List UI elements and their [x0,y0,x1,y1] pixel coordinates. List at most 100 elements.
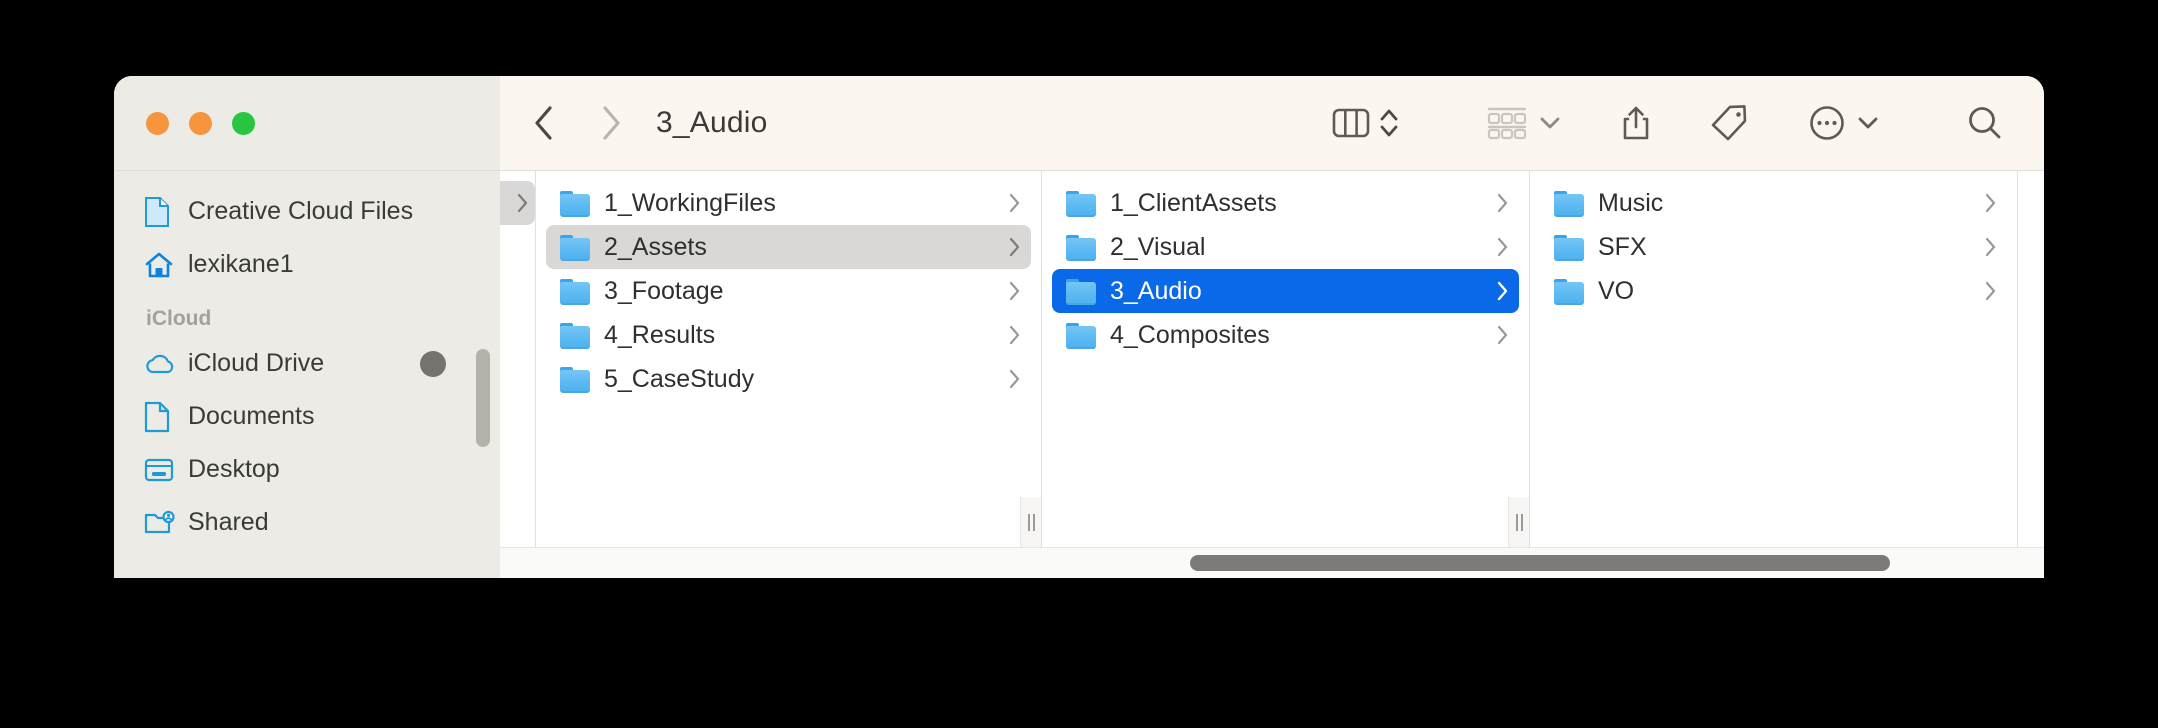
columns-container: 1_WorkingFiles 2_Assets 3_Footage 4_Resu… [500,171,2044,547]
sidebar-item-label: iCloud Drive [188,349,325,377]
folder-icon [560,191,590,217]
column-empty-tail [2018,171,2044,547]
chevron-right-icon [1495,192,1509,214]
column-2: 1_ClientAssets 2_Visual 3_Audio 4_Compos… [1042,171,1530,547]
folder-icon [560,279,590,305]
list-item-label: 5_CaseStudy [604,364,755,393]
more-options-button[interactable] [1802,96,1852,150]
chevron-right-icon [1983,236,1997,258]
list-item[interactable]: 1_WorkingFiles [546,181,1031,225]
list-item[interactable]: 4_Composites [1052,313,1519,357]
sidebar-item-documents[interactable]: Documents [114,390,500,443]
horizontal-scrollbar-track[interactable] [500,547,2044,578]
sidebar-item-desktop[interactable]: Desktop [114,443,500,496]
group-by-chevron-button[interactable] [1534,96,1568,150]
icloud-status-badge[interactable] [420,350,446,377]
sidebar: Creative Cloud Files lexikane1 iCloud iC… [114,171,500,578]
toolbar: 3_Audio [500,76,2044,171]
folder-icon [1554,235,1584,261]
view-mode-stepper[interactable] [1376,96,1406,150]
chevron-right-icon [515,192,529,214]
more-options-chevron-button[interactable] [1852,96,1886,150]
folder-icon [1066,235,1096,261]
sidebar-item-creative-cloud-files[interactable]: Creative Cloud Files [114,185,500,238]
list-item[interactable]: 2_Assets [546,225,1031,269]
list-item-label: 2_Visual [1110,232,1206,261]
search-icon [1969,107,2001,139]
sidebar-item-label: Shared [188,508,269,536]
sidebar-item-label: lexikane1 [188,250,294,278]
tags-button[interactable] [1704,96,1756,150]
page-title: 3_Audio [656,106,768,139]
folder-icon [1066,191,1096,217]
list-item-label: 4_Results [604,320,716,349]
chevron-down-icon [1858,117,1878,129]
back-button[interactable] [520,100,566,146]
screen: 3_Audio Creative Cloud Files lexikane1 i… [0,0,2158,728]
list-item-selected[interactable]: 3_Audio [1052,269,1519,313]
list-item-label: 2_Assets [604,232,707,261]
sidebar-scrollbar[interactable] [476,349,490,447]
desktop-icon [144,457,178,483]
document-icon [144,401,178,433]
horizontal-scrollbar-thumb[interactable] [1190,555,1890,571]
chevron-right-icon [1007,368,1021,390]
list-item[interactable]: 1_ClientAssets [1052,181,1519,225]
chevron-right-icon [1983,280,1997,302]
folder-icon [560,323,590,349]
share-icon [1623,106,1649,140]
folder-icon [1066,323,1096,349]
group-items-icon [1487,107,1527,140]
folder-icon [1554,279,1584,305]
view-column-button[interactable] [1326,96,1376,150]
chevron-right-icon [1007,236,1021,258]
list-item[interactable]: 4_Results [546,313,1031,357]
list-item-label: 3_Audio [1110,276,1202,305]
list-item[interactable] [500,181,535,225]
close-button[interactable] [146,111,169,135]
chevron-right-icon [1495,236,1509,258]
titlebar-sidebar-area [114,76,500,171]
list-item-label: 3_Footage [604,276,724,305]
list-item[interactable]: 3_Footage [546,269,1031,313]
chevron-right-icon [1007,280,1021,302]
folder-icon [1554,191,1584,217]
sidebar-item-shared[interactable]: Shared [114,496,500,549]
column-browser: 1_WorkingFiles 2_Assets 3_Footage 4_Resu… [500,171,2044,578]
list-item[interactable]: VO [1540,269,2007,313]
shared-folder-icon [144,509,178,537]
sidebar-item-label: Desktop [188,455,280,483]
list-item[interactable]: SFX [1540,225,2007,269]
sidebar-item-icloud-drive[interactable]: iCloud Drive [114,337,500,390]
list-item-label: 1_ClientAssets [1110,188,1277,217]
sidebar-item-label: Documents [188,402,315,430]
column-resize-handle[interactable] [1508,497,1529,547]
window-body: Creative Cloud Files lexikane1 iCloud iC… [114,171,2044,578]
column-resize-handle[interactable] [1020,497,1041,547]
column-view-icon [1332,108,1370,138]
search-button[interactable] [1960,96,2010,150]
list-item[interactable]: 5_CaseStudy [546,357,1031,401]
list-item-label: 1_WorkingFiles [604,188,776,217]
list-item[interactable]: 2_Visual [1052,225,1519,269]
column-3: Music SFX VO [1530,171,2018,547]
traffic-light-group [114,111,255,135]
forward-button[interactable] [588,100,634,146]
list-item[interactable]: Music [1540,181,2007,225]
group-by-button[interactable] [1480,96,1534,150]
document-icon [144,196,178,228]
sidebar-item-lexikane1[interactable]: lexikane1 [114,238,500,291]
chevron-right-icon [1007,324,1021,346]
chevron-up-down-icon [1380,109,1398,137]
minimize-button[interactable] [189,111,212,135]
home-icon [144,251,178,279]
zoom-button[interactable] [232,111,255,135]
share-button[interactable] [1614,96,1658,150]
folder-icon [1066,279,1096,305]
tag-icon [1711,105,1747,141]
chevron-right-icon [1983,192,1997,214]
list-item-label: SFX [1598,232,1647,261]
chevron-right-icon [1007,192,1021,214]
ellipsis-circle-icon [1810,106,1844,140]
list-item-label: VO [1598,276,1635,305]
